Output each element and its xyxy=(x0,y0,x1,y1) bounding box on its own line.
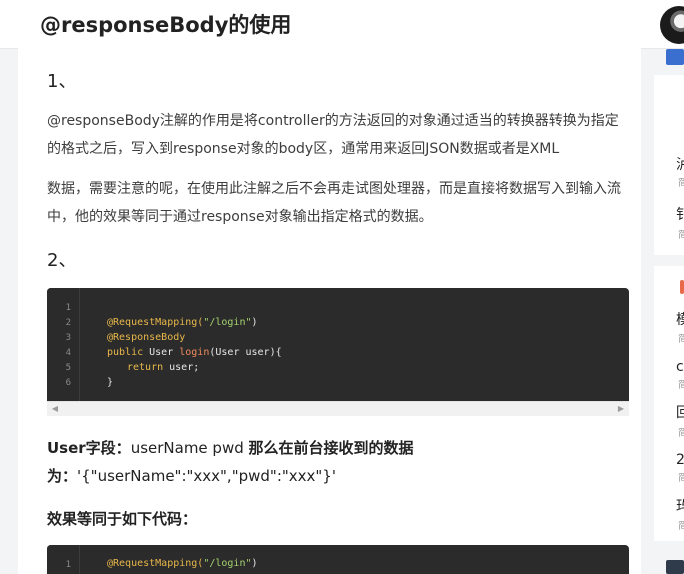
fields-received-label: 那么在前台接收到的数据 xyxy=(248,439,414,457)
line-number: 1 xyxy=(65,303,71,313)
code-string: "/login" xyxy=(203,558,252,569)
code-line: return user; xyxy=(127,360,199,375)
code-line: } xyxy=(107,375,113,390)
line-number: 2 xyxy=(65,318,71,328)
line-number: 5 xyxy=(65,363,71,373)
code-keyword: public xyxy=(107,347,144,358)
section-heading-1: 1、 xyxy=(47,71,77,92)
line-number: 4 xyxy=(65,348,71,358)
code-gutter: 1 2 3 4 5 6 xyxy=(47,288,80,401)
user-avatar[interactable] xyxy=(660,6,684,44)
sidebar-link-meta: 简 xyxy=(678,428,684,439)
sidebar-link-meta: 简 xyxy=(678,521,684,532)
sidebar-link[interactable]: 2 xyxy=(676,451,684,469)
sidebar-link[interactable]: 钅 xyxy=(676,206,684,224)
sidebar-link-meta: 简 xyxy=(678,178,684,189)
sidebar-section-marker xyxy=(680,280,684,294)
sidebar-link-meta: 简 xyxy=(678,230,684,241)
fields-names: userName pwd xyxy=(130,439,249,457)
code-text: User xyxy=(143,347,180,358)
scroll-right-arrow-icon[interactable]: ▶ xyxy=(615,402,627,416)
sidebar-link[interactable]: c xyxy=(676,358,684,376)
code-keyword: return xyxy=(127,362,164,373)
article-paragraph-2: 数据，需要注意的呢，在使用此注解之后不会再走试图处理器，而是直接将数据写入到输入… xyxy=(47,181,621,225)
code-text: user; xyxy=(163,362,200,373)
code-horizontal-scrollbar[interactable]: ◀ ▶ xyxy=(47,401,629,416)
sidebar-link[interactable]: 玙 xyxy=(676,498,684,516)
equivalent-code-heading: 效果等同于如下代码： xyxy=(47,510,198,528)
fields-label: User字段： xyxy=(47,439,131,457)
sidebar-link[interactable]: 模 xyxy=(676,311,684,329)
code-gutter: 1 xyxy=(47,545,80,574)
code-line: public User login(User user){ xyxy=(107,345,282,360)
code-block-2: 1 @RequestMapping("/login") xyxy=(47,545,629,574)
section-heading-2: 2、 xyxy=(47,250,77,271)
code-function-name: login xyxy=(179,347,210,358)
code-annotation: @ResponseBody xyxy=(107,332,186,343)
code-text: ) xyxy=(251,317,258,328)
line-number: 6 xyxy=(65,378,71,388)
code-string: "/login" xyxy=(203,317,252,328)
sidebar-link-meta: 简 xyxy=(678,380,684,391)
sidebar-link-meta: 简 xyxy=(678,334,684,345)
sidebar-link-meta: 简 xyxy=(678,473,684,484)
code-annotation: @RequestMapping( xyxy=(107,558,204,569)
sidebar-bottom-button[interactable] xyxy=(666,560,684,574)
top-header-bar: @responseBody的使用 xyxy=(0,0,684,49)
fields-description-line-2: 为：'{"userName":"xxx","pwd":"xxx"}' xyxy=(47,462,547,490)
fields-description-line-1: User字段：userName pwd 那么在前台接收到的数据 xyxy=(47,434,547,462)
sidebar-link[interactable]: 回 xyxy=(676,404,684,422)
code-block-1: 1 2 3 4 5 6 @RequestMapping("/login") @R… xyxy=(47,288,629,401)
sidebar-follow-button[interactable] xyxy=(666,49,684,65)
code-text: } xyxy=(107,377,114,388)
fields-result-label: 为： xyxy=(47,467,78,485)
sidebar-link[interactable]: 泸 xyxy=(676,156,684,174)
line-number: 3 xyxy=(65,333,71,343)
article-paragraph-1: @responseBody注解的作用是将controller的方法返回的对象通过… xyxy=(47,113,619,157)
fields-result-json: '{"userName":"xxx","pwd":"xxx"}' xyxy=(77,467,336,485)
code-text: (User user){ xyxy=(209,347,282,358)
code-text: ) xyxy=(251,558,258,569)
line-number: 1 xyxy=(65,560,71,570)
code-line: @RequestMapping("/login") xyxy=(107,556,258,571)
page-title: @responseBody的使用 xyxy=(40,13,292,37)
code-line: @RequestMapping("/login") xyxy=(107,315,258,330)
code-line: @ResponseBody xyxy=(107,330,185,345)
scroll-left-arrow-icon[interactable]: ◀ xyxy=(49,402,61,416)
code-annotation: @RequestMapping( xyxy=(107,317,204,328)
